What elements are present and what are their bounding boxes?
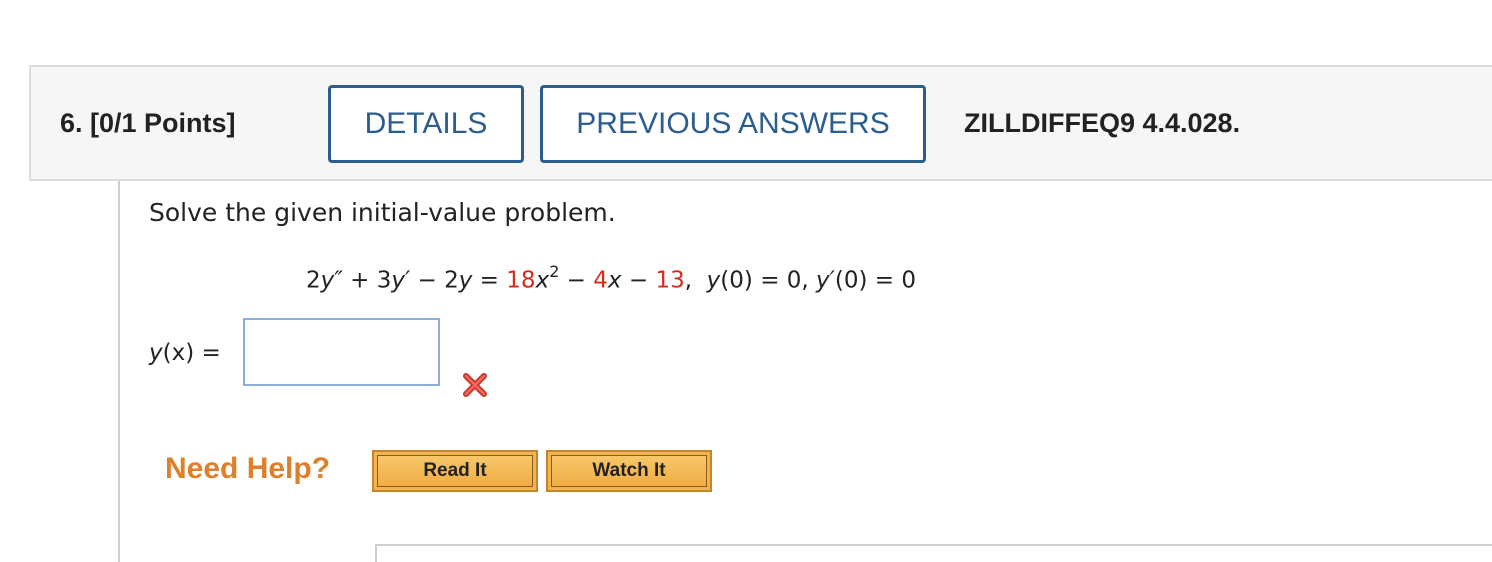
watch-it-button[interactable]: Watch It bbox=[546, 450, 712, 492]
question-body-rule bbox=[118, 181, 120, 562]
read-it-label: Read It bbox=[377, 455, 533, 487]
previous-answers-button[interactable]: PREVIOUS ANSWERS bbox=[540, 85, 926, 163]
problem-prompt: Solve the given initial-value problem. bbox=[149, 198, 616, 227]
incorrect-x-icon bbox=[463, 373, 487, 397]
question-number-points: 6. [0/1 Points] bbox=[60, 108, 236, 138]
need-help-label: Need Help? bbox=[165, 452, 331, 485]
differential-equation: 2y″ + 3y′ − 2y = 18x2 − 4x − 13, y(0) = … bbox=[306, 262, 916, 294]
answer-input[interactable] bbox=[243, 318, 440, 386]
details-button[interactable]: DETAILS bbox=[328, 85, 524, 163]
problem-reference: ZILLDIFFEQ9 4.4.028. bbox=[964, 108, 1241, 138]
answer-label: y(x) = bbox=[149, 340, 221, 366]
constant-13: 13 bbox=[655, 267, 685, 294]
coefficient-18: 18 bbox=[506, 267, 536, 294]
read-it-button[interactable]: Read It bbox=[372, 450, 538, 492]
watch-it-label: Watch It bbox=[551, 455, 707, 487]
next-section-box bbox=[375, 544, 1492, 562]
coefficient-4: 4 bbox=[593, 267, 608, 294]
